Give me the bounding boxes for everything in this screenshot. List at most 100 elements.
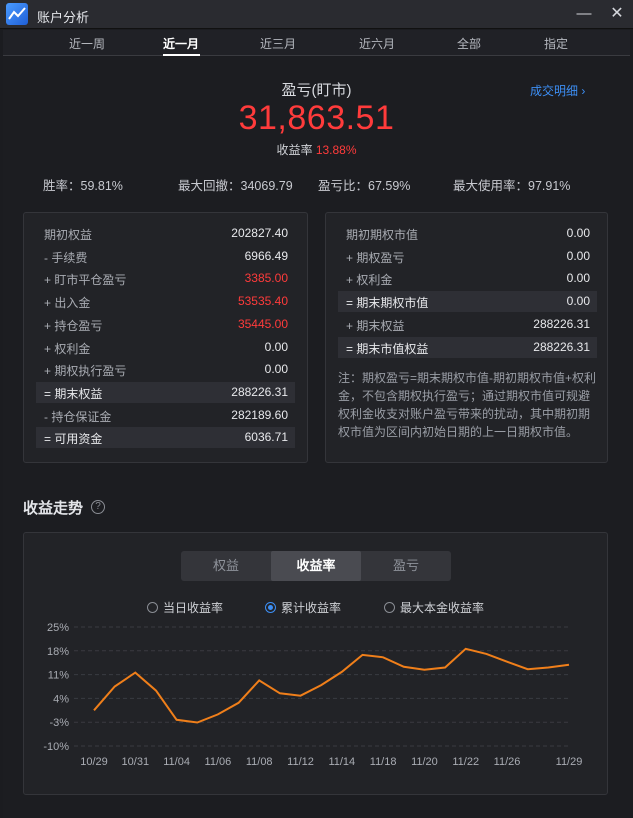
minus-icon[interactable]: —	[575, 5, 593, 23]
pnl-value: 31,863.51	[238, 99, 395, 137]
row-value: 3385.00	[244, 271, 288, 286]
option-equity-card: 注：期权盈亏=期末期权市值-期初期权市值+权利金，不包含期权执行盈亏；通过期权市…	[325, 212, 608, 463]
title-bar: 账户分析 — ✕	[0, 0, 633, 29]
y-tick-label: -3%	[49, 717, 69, 729]
stat-label: 盈亏比：	[318, 179, 369, 193]
x-tick-label: 10/31	[122, 756, 150, 768]
tab-six-months[interactable]: 近六月	[347, 35, 407, 52]
card-row: = 期末期权市值 0.00	[338, 291, 597, 313]
stat-value: 59.81%	[80, 179, 123, 193]
card-row: = 期末市值权益 288226.31	[338, 336, 597, 358]
card-row: = 期末权益 288226.31	[36, 381, 295, 403]
active-tab-underline	[163, 54, 200, 56]
stat-profit-loss-ratio: 盈亏比：67.59%	[318, 175, 410, 194]
row-value: 288226.31	[231, 384, 288, 399]
option-note: 注：期权盈亏=期末期权市值-期初期权市值+权利金，不包含期权执行盈亏；通过期权市…	[338, 371, 597, 439]
question-circle-icon[interactable]: ?	[91, 500, 105, 514]
return-rate-value: 13.88%	[315, 143, 357, 157]
row-label: = 期末权益	[44, 386, 103, 401]
x-tick-label: 10/29	[80, 756, 108, 768]
row-value: 282189.60	[231, 407, 288, 422]
app-chart-icon	[6, 3, 28, 25]
card-row: 期初权益 202827.40	[36, 223, 295, 244]
tab-all[interactable]: 全部	[439, 35, 499, 52]
tab-month[interactable]: 近一月	[151, 35, 211, 52]
card-row: + 盯市平仓盈亏 3385.00	[36, 268, 295, 289]
return-rate: 收益率 13.88%	[3, 141, 630, 158]
row-label: 期初权益	[44, 228, 93, 242]
y-tick-label: 4%	[53, 693, 69, 705]
trend-chart-card: 权益 收益率 盈亏 当日收益率 累计收益率 最大本金收益率 25% 18% 11% 4…	[23, 532, 608, 795]
x-tick-label: 11/29	[556, 756, 583, 768]
x-tick-label: 11/20	[411, 756, 438, 768]
row-value: 0.00	[264, 362, 288, 377]
row-label: + 期末权益	[346, 318, 405, 333]
row-label: = 可用资金	[44, 432, 103, 447]
series-line	[93, 647, 570, 724]
row-value: 0.00	[566, 226, 590, 240]
row-value: 0.00	[264, 339, 288, 354]
row-label: 期初期权市值	[346, 228, 419, 242]
row-label: = 期末期权市值	[346, 296, 429, 311]
x-tick-label: 11/12	[287, 756, 314, 768]
y-tick-label: 11%	[48, 670, 69, 682]
y-tick-label: 25%	[47, 622, 69, 634]
x-tick-label: 11/04	[163, 756, 190, 768]
row-value: 0.00	[566, 271, 590, 286]
y-tick-label: -10%	[43, 741, 69, 753]
trade-details-link[interactable]: 成交明细 ›	[530, 82, 585, 99]
row-value: 202827.40	[231, 226, 288, 240]
equity-breakdown-card: 期初权益 202827.40 - 手续费 6966.49 + 盯市平仓盈亏 3385.00…	[23, 212, 308, 463]
row-value: 288226.31	[533, 339, 590, 354]
stat-win-rate: 胜率：59.81%	[43, 175, 123, 194]
stat-value: 67.59%	[368, 179, 411, 193]
row-label: + 期权执行盈亏	[44, 364, 127, 379]
tab-three-months[interactable]: 近三月	[248, 35, 308, 52]
row-value: 35445.00	[237, 316, 288, 331]
card-row: - 持仓保证金 282189.60	[36, 405, 295, 426]
x-tick-label: 11/08	[246, 756, 273, 768]
trade-details-label: 成交明细	[530, 84, 579, 98]
card-row: + 出入金 53535.40	[36, 291, 295, 312]
close-icon[interactable]: ✕	[608, 5, 626, 23]
trend-title: 收益走势	[23, 500, 84, 517]
row-label: - 持仓保证金	[44, 409, 112, 424]
card-row: + 权利金 0.00	[36, 337, 295, 358]
card-row: + 持仓盈亏 35445.00	[36, 314, 295, 335]
row-value: 288226.31	[533, 316, 590, 331]
stat-label: 胜率：	[43, 179, 81, 193]
row-label: + 权利金	[346, 273, 393, 288]
row-label: + 出入金	[44, 296, 91, 311]
stat-label: 最大使用率：	[453, 179, 529, 193]
row-value: 0.00	[566, 248, 590, 263]
chevron-right-icon: ›	[581, 84, 586, 98]
y-tick-label: 18%	[47, 646, 69, 658]
card-row: + 权利金 0.00	[338, 268, 597, 289]
return-rate-label: 收益率	[276, 143, 313, 157]
period-tabs: 近一周 近一月 近三月 近六月 全部 指定	[3, 30, 630, 56]
card-row: + 期权盈亏 0.00	[338, 246, 597, 267]
stat-value: 34069.79	[240, 179, 293, 193]
stat-value: 97.91%	[528, 179, 571, 193]
row-value: 0.00	[566, 294, 590, 309]
x-tick-label: 11/06	[205, 756, 232, 768]
tab-custom[interactable]: 指定	[526, 35, 586, 52]
main-panel: 盈亏(盯市) 成交明细 › 31,863.51 收益率 13.88% 胜率：59…	[3, 57, 630, 818]
stat-label: 最大回撤：	[178, 179, 241, 193]
x-tick-label: 11/26	[494, 756, 521, 768]
x-tick-label: 11/22	[452, 756, 479, 768]
row-value: 6036.71	[244, 430, 288, 445]
row-label: + 期权盈亏	[346, 250, 405, 265]
row-label: = 期末市值权益	[346, 341, 429, 356]
window-title: 账户分析	[37, 10, 90, 25]
stat-max-usage: 最大使用率：97.91%	[453, 175, 570, 194]
card-row: - 手续费 6966.49	[36, 246, 295, 267]
row-value: 6966.49	[244, 248, 288, 263]
row-label: + 持仓盈亏	[44, 318, 103, 333]
card-row: = 可用资金 6036.71	[36, 427, 295, 449]
card-row: 期初期权市值 0.00	[338, 223, 597, 244]
x-tick-label: 11/14	[328, 756, 355, 768]
return-line-chart: 25% 18% 11% 4% -3% -10% 10/29 10/31 11/04 11/06 11…	[43, 622, 583, 768]
row-label: + 权利金	[44, 341, 91, 356]
tab-week[interactable]: 近一周	[57, 35, 117, 52]
